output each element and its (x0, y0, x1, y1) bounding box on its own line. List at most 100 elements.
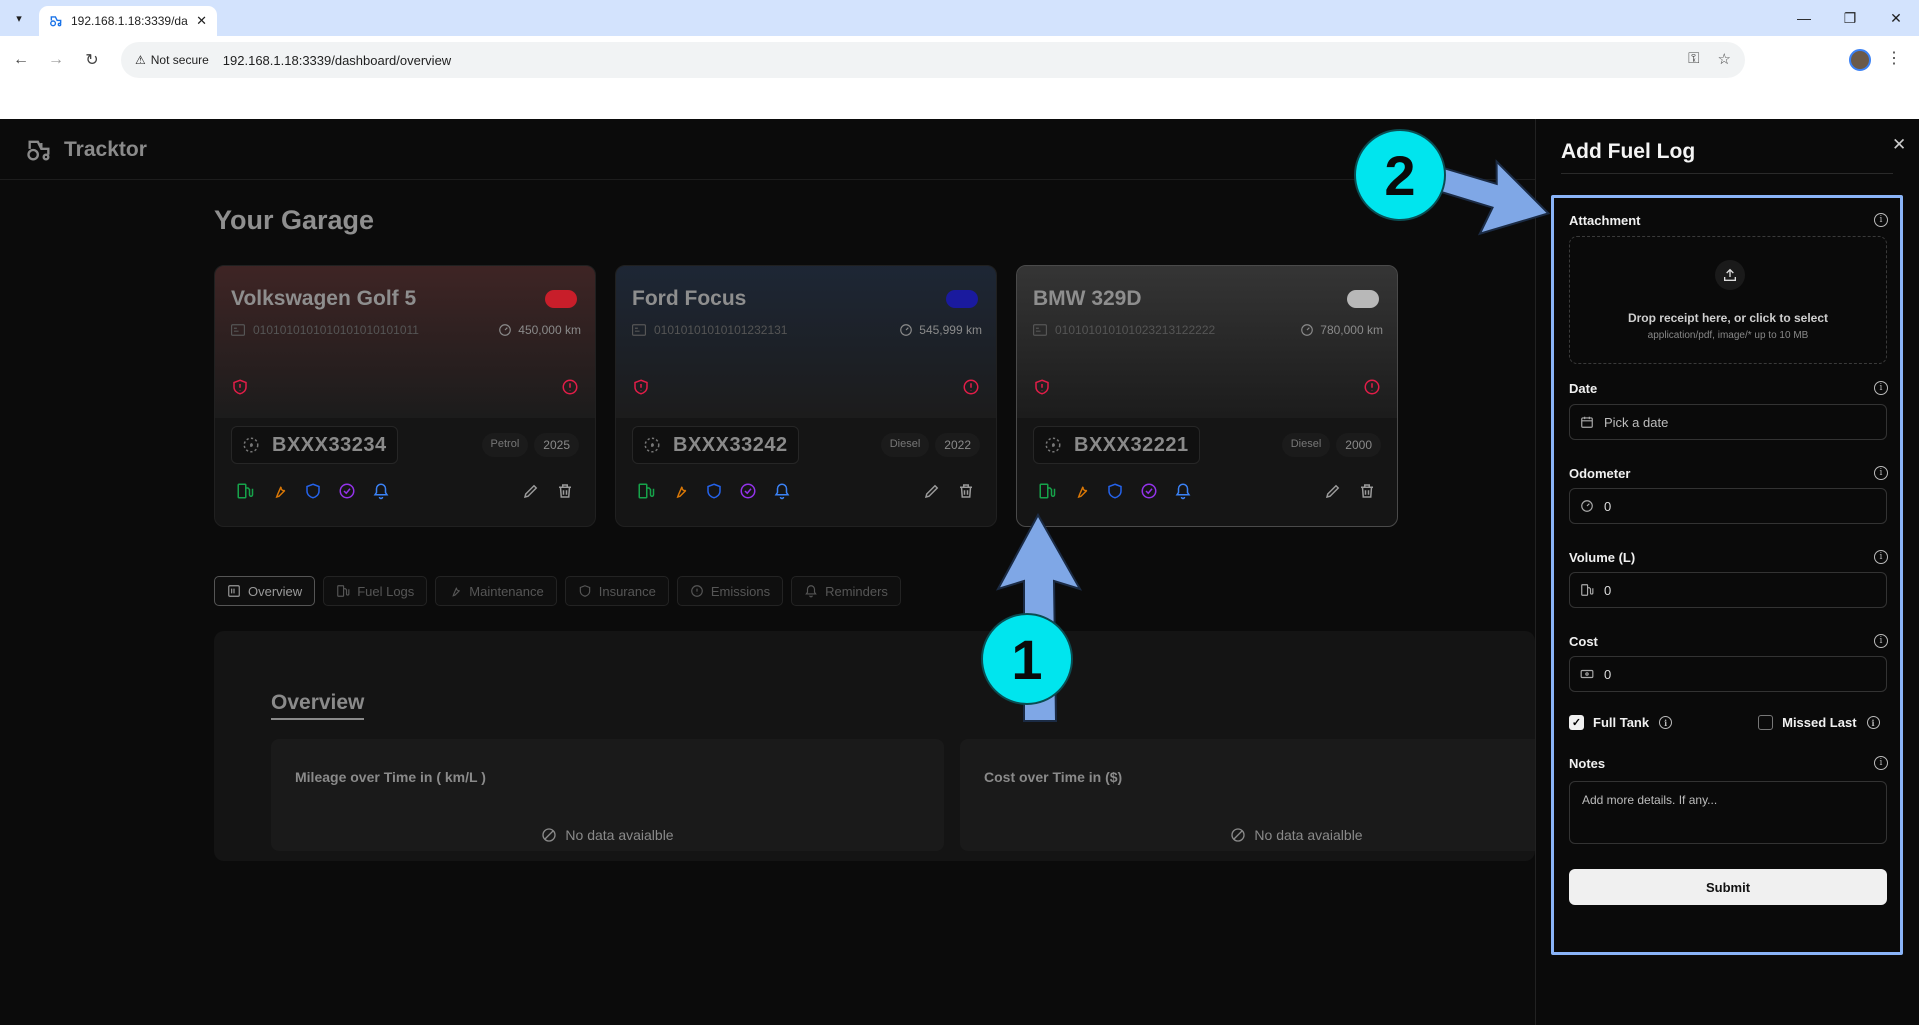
empty-state-text: No data avaialble (1254, 827, 1363, 843)
empty-state: No data avaialble (960, 827, 1633, 843)
fuel-log-icon[interactable] (1037, 481, 1057, 501)
cost-field[interactable]: 0 (1569, 656, 1887, 692)
odometer-field[interactable]: 0 (1569, 488, 1887, 524)
info-icon[interactable]: i (1874, 756, 1888, 770)
fuel-log-icon[interactable] (636, 481, 656, 501)
tab-fuel-logs[interactable]: Fuel Logs (323, 576, 428, 606)
reminder-bell-icon[interactable] (1173, 481, 1193, 501)
vehicle-card[interactable]: BMW 329D 010101010101023213122222 780,00… (1016, 265, 1398, 527)
notes-textarea[interactable]: Add more details. If any... (1569, 781, 1887, 844)
cost-value: 0 (1604, 666, 1612, 682)
emissions-check-icon[interactable] (738, 481, 758, 501)
info-icon[interactable]: i (1659, 716, 1673, 729)
alert-circle-icon[interactable] (561, 378, 579, 396)
tab-reminders[interactable]: Reminders (791, 576, 901, 606)
info-icon[interactable]: i (1866, 716, 1880, 729)
insurance-shield-icon[interactable] (704, 481, 724, 501)
gauge-icon (900, 324, 913, 336)
banknote-icon (1580, 669, 1594, 679)
edit-pencil-icon[interactable] (521, 481, 541, 501)
delete-trash-icon[interactable] (555, 481, 575, 501)
info-icon[interactable]: i (1874, 634, 1888, 648)
no-data-icon (1231, 828, 1246, 842)
back-arrow-icon[interactable]: ← (9, 48, 33, 72)
info-icon[interactable]: i (1874, 381, 1888, 395)
restore-icon[interactable]: ❐ (1827, 0, 1873, 36)
reminder-bell-icon[interactable] (371, 481, 391, 501)
address-bar[interactable]: ⚠ Not secure 192.168.1.18:3339/dashboard… (121, 42, 1745, 78)
vehicle-card[interactable]: Ford Focus 01010101010101232131 545,999 … (615, 265, 997, 527)
tab-title: 192.168.1.18:3339/da (71, 14, 188, 28)
plate-dashed-circle-icon (1045, 437, 1061, 453)
drawer-title: Add Fuel Log (1561, 140, 1696, 163)
date-picker[interactable]: Pick a date (1569, 404, 1887, 440)
insurance-shield-icon[interactable] (1105, 481, 1125, 501)
maintenance-wrench-icon[interactable] (670, 481, 690, 501)
emissions-check-icon[interactable] (337, 481, 357, 501)
cost-chart-card: Cost over Time in ($) No data avaialble (960, 739, 1535, 851)
receipt-dropzone[interactable]: Drop receipt here, or click to select ap… (1569, 236, 1887, 364)
bookmarks-bar (0, 84, 1919, 119)
bookmark-star-icon[interactable]: ☆ (1718, 50, 1731, 68)
minimize-icon[interactable]: — (1781, 0, 1827, 36)
alert-shield-icon[interactable] (1033, 378, 1051, 396)
full-tank-checkbox[interactable]: ✓ (1569, 715, 1584, 730)
site-security-chip[interactable]: ⚠ Not secure (131, 48, 217, 72)
license-plate: BXXX32221 (1033, 426, 1200, 464)
forward-arrow-icon[interactable]: → (44, 48, 68, 72)
license-plate: BXXX33234 (231, 426, 398, 464)
alert-shield-icon[interactable] (632, 378, 650, 396)
delete-trash-icon[interactable] (956, 481, 976, 501)
reminder-bell-icon[interactable] (772, 481, 792, 501)
password-key-icon[interactable]: ⚿ (1688, 50, 1699, 68)
tab-emissions[interactable]: Emissions (676, 576, 784, 606)
vehicle-actions (636, 480, 976, 502)
missed-last-checkbox[interactable] (1758, 715, 1774, 730)
close-icon[interactable]: ✕ (1892, 135, 1906, 155)
emissions-check-icon[interactable] (1139, 481, 1159, 501)
info-icon[interactable]: i (1874, 213, 1888, 227)
window-close-icon[interactable]: ✕ (1873, 0, 1919, 36)
odometer-value: 0 (1604, 498, 1612, 514)
fuel-log-icon[interactable] (235, 481, 255, 501)
fuel-type-badge: Diesel (1281, 433, 1331, 457)
brand-logo[interactable]: Tracktor (24, 136, 147, 164)
page-title: Your Garage (214, 205, 375, 235)
volume-field[interactable]: 0 (1569, 572, 1887, 608)
delete-trash-icon[interactable] (1357, 481, 1377, 501)
gauge-icon (499, 324, 512, 336)
profile-avatar[interactable] (1849, 49, 1871, 71)
edit-pencil-icon[interactable] (1323, 481, 1343, 501)
reload-icon[interactable]: ↻ (80, 48, 104, 72)
vehicle-name: Ford Focus (632, 287, 747, 310)
plate-dashed-circle-icon (243, 437, 259, 453)
gauge-icon (1301, 324, 1314, 336)
tab-insurance[interactable]: Insurance (564, 576, 669, 606)
plate-number: BXXX33234 (272, 433, 387, 456)
tab-search-chevron-icon[interactable]: ▾ (7, 6, 31, 30)
license-plate: BXXX33242 (632, 426, 799, 464)
insurance-shield-icon[interactable] (303, 481, 323, 501)
browser-tab[interactable]: 192.168.1.18:3339/da ✕ (39, 6, 217, 36)
browser-menu-icon[interactable]: ⋮ (1886, 48, 1902, 68)
shield-icon (579, 585, 590, 597)
submit-button[interactable]: Submit (1569, 869, 1887, 905)
odometer-reading: 450,000 km (498, 323, 581, 337)
id-card-icon (231, 324, 245, 336)
calendar-icon (1581, 416, 1593, 428)
cost-chart-title: Cost over Time in ($) (984, 769, 1123, 785)
info-icon[interactable]: i (1874, 550, 1888, 564)
tab-close-icon[interactable]: ✕ (196, 13, 207, 29)
alert-shield-icon[interactable] (231, 378, 249, 396)
layout-icon (228, 585, 240, 597)
info-icon[interactable]: i (1874, 466, 1888, 480)
vehicle-card[interactable]: Volkswagen Golf 5 0101010101010101010101… (214, 265, 596, 527)
fuel-type-badge: Petrol (481, 433, 529, 457)
alert-circle-icon[interactable] (962, 378, 980, 396)
alert-circle-icon[interactable] (1363, 378, 1381, 396)
tab-overview[interactable]: Overview (214, 576, 316, 606)
tab-maintenance[interactable]: Maintenance (435, 576, 557, 606)
maintenance-wrench-icon[interactable] (269, 481, 289, 501)
edit-pencil-icon[interactable] (922, 481, 942, 501)
maintenance-wrench-icon[interactable] (1071, 481, 1091, 501)
